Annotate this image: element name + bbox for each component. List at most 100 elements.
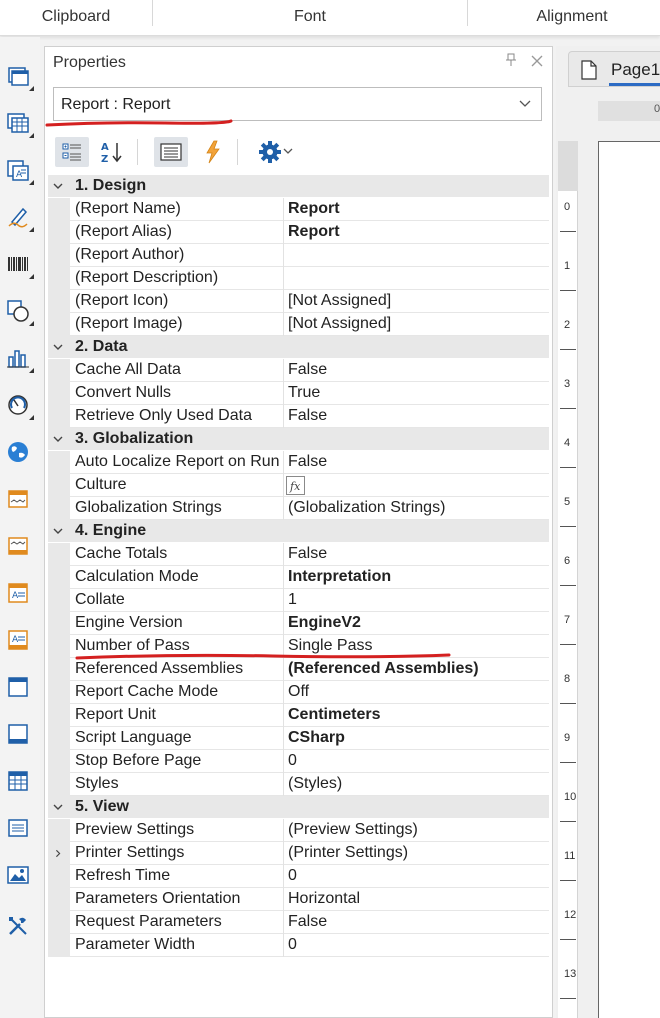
chart-icon[interactable] xyxy=(2,342,34,374)
property-value[interactable]: False xyxy=(288,361,327,379)
band-icon[interactable] xyxy=(2,60,34,92)
property-value[interactable]: (Styles) xyxy=(288,775,342,793)
property-row[interactable]: Preview Settings (Preview Settings) xyxy=(48,819,549,842)
report-page[interactable] xyxy=(598,141,660,1018)
property-row[interactable]: Report Unit Centimeters xyxy=(48,704,549,727)
property-row[interactable]: Engine Version EngineV2 xyxy=(48,612,549,635)
property-value[interactable]: [Not Assigned] xyxy=(288,315,391,333)
shapes-icon[interactable] xyxy=(2,295,34,327)
property-row[interactable]: Cache All Data False xyxy=(48,359,549,382)
property-value[interactable]: CSharp xyxy=(288,729,345,747)
pin-icon[interactable] xyxy=(504,53,518,67)
property-row[interactable]: Referenced Assemblies (Referenced Assembl… xyxy=(48,658,549,681)
property-row[interactable]: Refresh Time 0 xyxy=(48,865,549,888)
ribbon-group-font[interactable]: Font xyxy=(153,0,467,34)
property-value[interactable]: 0 xyxy=(288,752,297,770)
property-value[interactable]: Report xyxy=(288,200,340,218)
property-category[interactable]: 4. Engine xyxy=(48,520,549,543)
property-row[interactable]: (Report Name) Report xyxy=(48,198,549,221)
chevron-down-icon[interactable] xyxy=(53,434,63,444)
property-row[interactable]: (Report Icon) [Not Assigned] xyxy=(48,290,549,313)
property-row[interactable]: (Report Image) [Not Assigned] xyxy=(48,313,549,336)
property-row[interactable]: Culture fx xyxy=(48,474,549,497)
property-value[interactable]: False xyxy=(288,913,327,931)
settings-dropdown-button[interactable] xyxy=(253,137,299,167)
property-value[interactable]: Off xyxy=(288,683,309,701)
property-value[interactable]: Single Pass xyxy=(288,637,373,655)
categorized-view-button[interactable] xyxy=(55,137,89,167)
text-list-icon[interactable] xyxy=(2,812,34,844)
property-row[interactable]: Globalization Strings (Globalization Stri… xyxy=(48,497,549,520)
property-value[interactable]: False xyxy=(288,407,327,425)
map-globe-icon[interactable] xyxy=(2,436,34,468)
gauge-icon[interactable] xyxy=(2,389,34,421)
chevron-right-icon[interactable] xyxy=(54,849,62,858)
property-row[interactable]: Number of Pass Single Pass xyxy=(48,635,549,658)
image-icon[interactable] xyxy=(2,859,34,891)
property-value[interactable]: 0 xyxy=(288,936,297,954)
property-value[interactable]: (Printer Settings) xyxy=(288,844,408,862)
property-row[interactable]: Auto Localize Report on Run False xyxy=(48,451,549,474)
property-value[interactable]: True xyxy=(288,384,320,402)
property-category[interactable]: 3. Globalization xyxy=(48,428,549,451)
events-button[interactable] xyxy=(196,137,230,167)
property-category[interactable]: 2. Data xyxy=(48,336,549,359)
property-value[interactable]: (Referenced Assemblies) xyxy=(288,660,479,678)
property-value[interactable]: [Not Assigned] xyxy=(288,292,391,310)
data-band-icon[interactable] xyxy=(2,765,34,797)
page-header-band-icon[interactable] xyxy=(2,483,34,515)
chevron-down-icon[interactable] xyxy=(53,181,63,191)
property-list-button[interactable] xyxy=(154,137,188,167)
header-band-icon[interactable] xyxy=(2,671,34,703)
tab-page1[interactable]: Page1 xyxy=(568,51,660,87)
property-row[interactable]: Stop Before Page 0 xyxy=(48,750,549,773)
table-icon[interactable] xyxy=(2,107,34,139)
footer-band-icon[interactable] xyxy=(2,718,34,750)
property-row[interactable]: Calculation Mode Interpretation xyxy=(48,566,549,589)
property-value[interactable]: Interpretation xyxy=(288,568,391,586)
property-row[interactable]: Parameters Orientation Horizontal xyxy=(48,888,549,911)
property-value[interactable]: False xyxy=(288,453,327,471)
property-row[interactable]: (Report Author) xyxy=(48,244,549,267)
barcode-icon[interactable] xyxy=(2,248,34,280)
property-row[interactable]: (Report Alias) Report xyxy=(48,221,549,244)
property-category[interactable]: 1. Design xyxy=(48,175,549,198)
drawing-pen-icon[interactable] xyxy=(2,201,34,233)
chevron-down-icon[interactable] xyxy=(53,526,63,536)
property-row[interactable]: Styles (Styles) xyxy=(48,773,549,796)
property-row[interactable]: Retrieve Only Used Data False xyxy=(48,405,549,428)
property-row[interactable]: Parameter Width 0 xyxy=(48,934,549,957)
property-value[interactable]: 1 xyxy=(288,591,297,609)
property-row[interactable]: Request Parameters False xyxy=(48,911,549,934)
page-footer-band-icon[interactable] xyxy=(2,530,34,562)
property-value[interactable]: 0 xyxy=(288,867,297,885)
report-summary-band-icon[interactable]: A xyxy=(2,624,34,656)
property-row[interactable]: (Report Description) xyxy=(48,267,549,290)
close-icon[interactable] xyxy=(529,53,545,69)
property-row[interactable]: Convert Nulls True xyxy=(48,382,549,405)
report-title-band-icon[interactable]: A xyxy=(2,577,34,609)
chevron-down-icon[interactable] xyxy=(53,802,63,812)
property-category[interactable]: 5. View xyxy=(48,796,549,819)
property-value[interactable]: (Preview Settings) xyxy=(288,821,418,839)
property-row[interactable]: Report Cache Mode Off xyxy=(48,681,549,704)
property-value[interactable]: (Globalization Strings) xyxy=(288,499,445,517)
expression-fx-icon[interactable]: fx xyxy=(286,476,305,495)
property-value[interactable]: Centimeters xyxy=(288,706,380,724)
sort-alphabetical-button[interactable]: AZ xyxy=(95,137,129,167)
property-value[interactable]: EngineV2 xyxy=(288,614,361,632)
ribbon-group-clipboard[interactable]: Clipboard xyxy=(0,0,152,34)
object-selector-dropdown[interactable]: Report : Report xyxy=(53,87,542,121)
property-row[interactable]: Script Language CSharp xyxy=(48,727,549,750)
property-value[interactable]: Report xyxy=(288,223,340,241)
ribbon-group-alignment[interactable]: Alignment xyxy=(468,0,660,34)
property-row[interactable]: Printer Settings (Printer Settings) xyxy=(48,842,549,865)
tools-icon[interactable] xyxy=(2,910,34,942)
chevron-down-icon[interactable] xyxy=(53,342,63,352)
text-component-icon[interactable]: A xyxy=(2,154,34,186)
property-row[interactable]: Collate 1 xyxy=(48,589,549,612)
property-row[interactable]: Cache Totals False xyxy=(48,543,549,566)
property-value[interactable]: Horizontal xyxy=(288,890,360,908)
column-divider xyxy=(283,589,284,612)
property-value[interactable]: False xyxy=(288,545,327,563)
